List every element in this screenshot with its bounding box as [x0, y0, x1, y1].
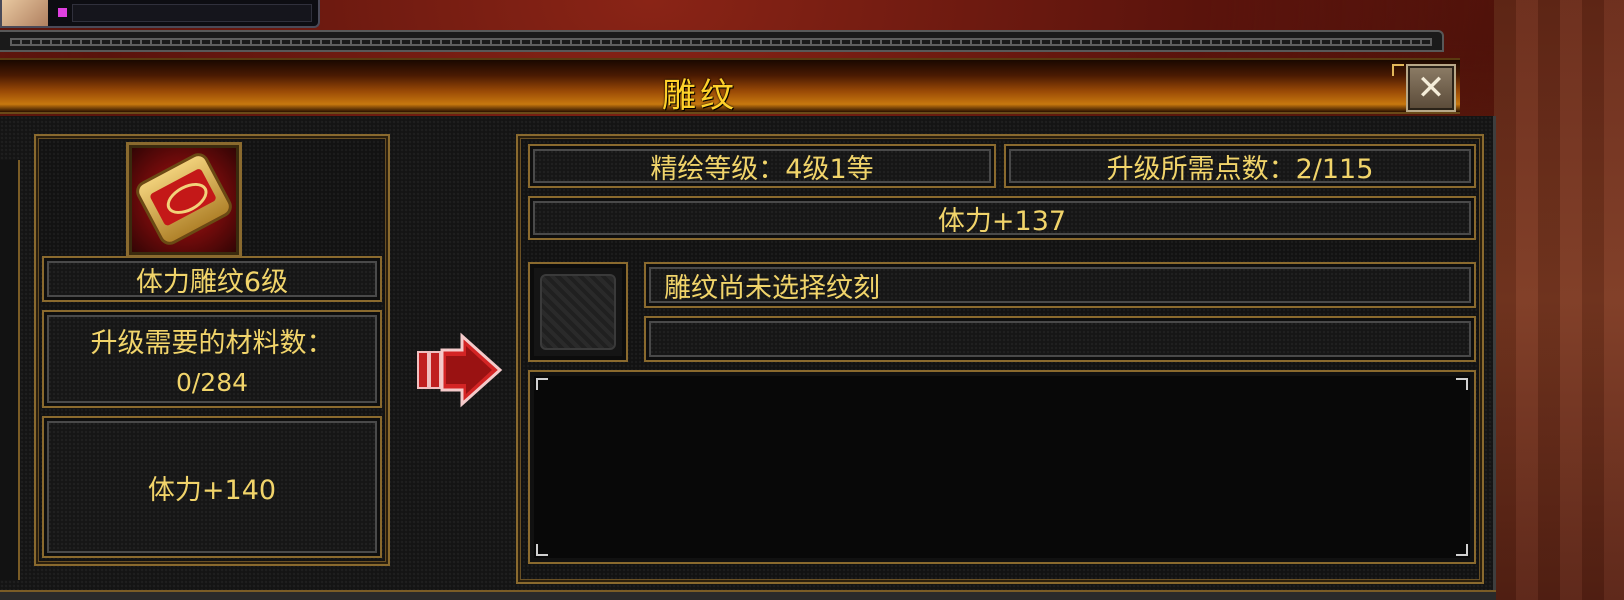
- next-bonus-text: 体力+140: [147, 474, 277, 506]
- materials-value: 0/284: [175, 368, 249, 397]
- item-name: 体力雕纹6级: [135, 266, 289, 298]
- carving-scroll-icon: [136, 153, 232, 245]
- current-bonus: 体力+137: [937, 205, 1067, 237]
- engrave-detail-field: [644, 316, 1476, 362]
- window-top-border: [0, 30, 1444, 52]
- left-edge-frame: [0, 160, 20, 580]
- corner-decoration: [1456, 544, 1468, 556]
- next-bonus-field: 体力+140: [42, 416, 382, 558]
- window-title-bar[interactable]: 雕纹 ✕: [0, 58, 1460, 116]
- window-bottom-border: [0, 590, 1496, 600]
- refine-level-field: 精绘等级：4级1等: [528, 144, 996, 188]
- player-status-bar: [0, 0, 320, 28]
- window-title: 雕纹: [662, 76, 738, 116]
- empty-engrave-slot-icon: [540, 274, 616, 350]
- corner-decoration: [1456, 378, 1468, 390]
- upgrade-points: 升级所需点数：2/115: [1106, 153, 1374, 185]
- status-bar-track: [72, 4, 312, 22]
- materials-field: 升级需要的材料数： 0/284: [42, 310, 382, 408]
- materials-label: 升级需要的材料数：: [90, 328, 334, 359]
- engrave-status: 雕纹尚未选择纹刻: [664, 272, 880, 304]
- greek-key-pattern: [10, 38, 1432, 46]
- description-area: [528, 370, 1476, 564]
- engrave-slot[interactable]: [528, 262, 628, 362]
- player-portrait[interactable]: [2, 0, 48, 26]
- right-arrow-icon: [417, 332, 503, 408]
- upgrade-points-field: 升级所需点数：2/115: [1004, 144, 1476, 188]
- window-body: 体力雕纹6级 升级需要的材料数： 0/284 体力+140 精绘等级：4级1等 …: [0, 116, 1496, 600]
- item-name-field: 体力雕纹6级: [42, 256, 382, 302]
- background-rock-wall: [1494, 0, 1624, 600]
- close-button[interactable]: ✕: [1406, 64, 1456, 112]
- engrave-status-field: 雕纹尚未选择纹刻: [644, 262, 1476, 308]
- corner-decoration: [536, 378, 548, 390]
- carving-window: 雕纹 ✕ 体力雕纹6级 升级需要的材料数： 0/284 体力+140 精绘等级：…: [0, 30, 1510, 600]
- refine-level: 精绘等级：4级1等: [650, 153, 874, 185]
- current-bonus-field: 体力+137: [528, 196, 1476, 240]
- buff-indicator-icon: [58, 8, 67, 17]
- corner-decoration: [536, 544, 548, 556]
- resize-corner-icon: [1392, 64, 1404, 76]
- item-slot[interactable]: [126, 142, 242, 258]
